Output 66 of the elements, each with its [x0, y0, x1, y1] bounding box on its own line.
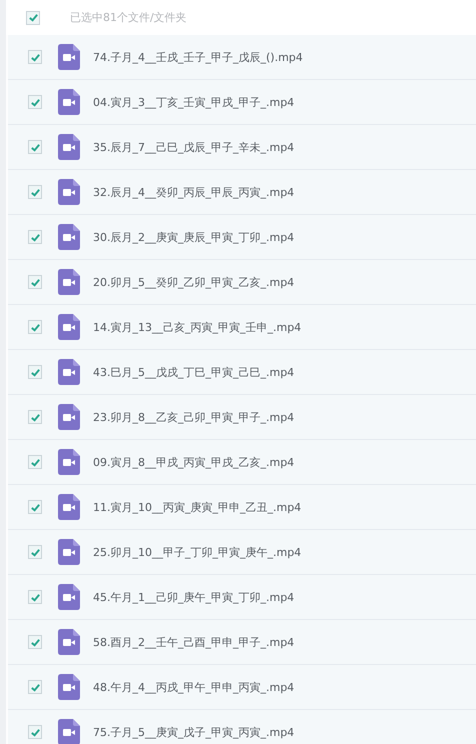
file-name: 09.寅月_8__甲戌_丙寅_甲戌_乙亥_.mp4 [93, 454, 294, 470]
file-row[interactable]: 25.卯月_10__甲子_丁卯_甲寅_庚午_.mp4 [8, 530, 476, 575]
file-row[interactable]: 75.子月_5__庚寅_戊子_甲寅_丙寅_.mp4 [8, 710, 476, 744]
file-row[interactable]: 58.酉月_2__壬午_己酉_甲申_甲子_.mp4 [8, 620, 476, 665]
file-checkbox[interactable] [28, 635, 42, 649]
file-checkbox[interactable] [28, 455, 42, 469]
file-checkbox[interactable] [28, 590, 42, 604]
file-row[interactable]: 09.寅月_8__甲戌_丙寅_甲戌_乙亥_.mp4 [8, 440, 476, 485]
video-file-icon [58, 404, 80, 430]
video-file-icon [58, 314, 80, 340]
file-checkbox[interactable] [28, 680, 42, 694]
video-file-icon [58, 719, 80, 744]
file-name: 45.午月_1__己卯_庚午_甲寅_丁卯_.mp4 [93, 590, 294, 604]
video-file-icon [58, 89, 80, 115]
video-file-icon [58, 134, 80, 160]
video-file-icon [58, 584, 80, 610]
video-file-icon [58, 494, 80, 520]
file-name: 14.寅月_13__己亥_丙寅_甲寅_壬申_.mp4 [93, 320, 302, 334]
video-file-icon [58, 449, 80, 475]
file-name: 74.子月_4__壬戌_壬子_甲子_戊辰_().mp4 [93, 50, 303, 64]
file-name: 11.寅月_10__丙寅_庚寅_甲申_乙丑_.mp4 [93, 500, 302, 514]
file-row[interactable]: 04.寅月_3__丁亥_壬寅_甲戌_甲子_.mp4 [8, 80, 476, 125]
file-row[interactable]: 35.辰月_7__己巳_戊辰_甲子_辛未_.mp4 [8, 125, 476, 170]
file-row[interactable]: 45.午月_1__己卯_庚午_甲寅_丁卯_.mp4 [8, 575, 476, 620]
video-file-icon [58, 674, 80, 700]
file-row[interactable]: 74.子月_4__壬戌_壬子_甲子_戊辰_().mp4 [8, 35, 476, 80]
file-checkbox[interactable] [28, 320, 42, 334]
file-row[interactable]: 48.午月_4__丙戌_甲午_甲申_丙寅_.mp4 [8, 665, 476, 710]
file-row[interactable]: 43.巳月_5__戊戌_丁巳_甲寅_己巳_.mp4 [8, 350, 476, 395]
file-name: 23.卯月_8__乙亥_己卯_甲寅_甲子_.mp4 [93, 410, 294, 424]
video-file-icon [58, 269, 80, 295]
file-name: 35.辰月_7__己巳_戊辰_甲子_辛未_.mp4 [93, 140, 294, 154]
video-file-icon [58, 629, 80, 655]
file-checkbox[interactable] [28, 500, 42, 514]
video-file-icon [58, 44, 80, 70]
file-checkbox[interactable] [28, 95, 42, 109]
select-all-checkbox[interactable] [26, 10, 40, 24]
file-checkbox[interactable] [28, 725, 42, 739]
file-checkbox[interactable] [28, 230, 42, 244]
file-row[interactable]: 23.卯月_8__乙亥_己卯_甲寅_甲子_.mp4 [8, 395, 476, 440]
file-name: 58.酉月_2__壬午_己酉_甲申_甲子_.mp4 [93, 634, 294, 650]
file-checkbox[interactable] [28, 365, 42, 379]
file-checkbox[interactable] [28, 50, 42, 64]
file-checkbox[interactable] [28, 545, 42, 559]
file-checkbox[interactable] [28, 140, 42, 154]
selection-count: 已选中81个文件/文件夹 [70, 10, 187, 25]
video-file-icon [58, 224, 80, 250]
file-name: 04.寅月_3__丁亥_壬寅_甲戌_甲子_.mp4 [93, 94, 294, 110]
file-name: 30.辰月_2__庚寅_庚辰_甲寅_丁卯_.mp4 [93, 230, 294, 244]
video-file-icon [58, 359, 80, 385]
video-file-icon [58, 539, 80, 565]
file-row[interactable]: 20.卯月_5__癸卯_乙卯_甲寅_乙亥_.mp4 [8, 260, 476, 305]
file-name: 32.辰月_4__癸卯_丙辰_甲辰_丙寅_.mp4 [93, 184, 294, 200]
file-checkbox[interactable] [28, 275, 42, 289]
file-name: 43.巳月_5__戊戌_丁巳_甲寅_己巳_.mp4 [93, 364, 294, 380]
file-name: 20.卯月_5__癸卯_乙卯_甲寅_乙亥_.mp4 [93, 274, 294, 290]
file-row[interactable]: 14.寅月_13__己亥_丙寅_甲寅_壬申_.mp4 [8, 305, 476, 350]
file-row[interactable]: 32.辰月_4__癸卯_丙辰_甲辰_丙寅_.mp4 [8, 170, 476, 215]
file-row[interactable]: 11.寅月_10__丙寅_庚寅_甲申_乙丑_.mp4 [8, 485, 476, 530]
file-name: 48.午月_4__丙戌_甲午_甲申_丙寅_.mp4 [93, 680, 294, 694]
file-name: 75.子月_5__庚寅_戊子_甲寅_丙寅_.mp4 [93, 724, 294, 740]
video-file-icon [58, 179, 80, 205]
file-checkbox[interactable] [28, 185, 42, 199]
file-name: 25.卯月_10__甲子_丁卯_甲寅_庚午_.mp4 [93, 544, 302, 560]
file-row[interactable]: 30.辰月_2__庚寅_庚辰_甲寅_丁卯_.mp4 [8, 215, 476, 260]
file-checkbox[interactable] [28, 410, 42, 424]
